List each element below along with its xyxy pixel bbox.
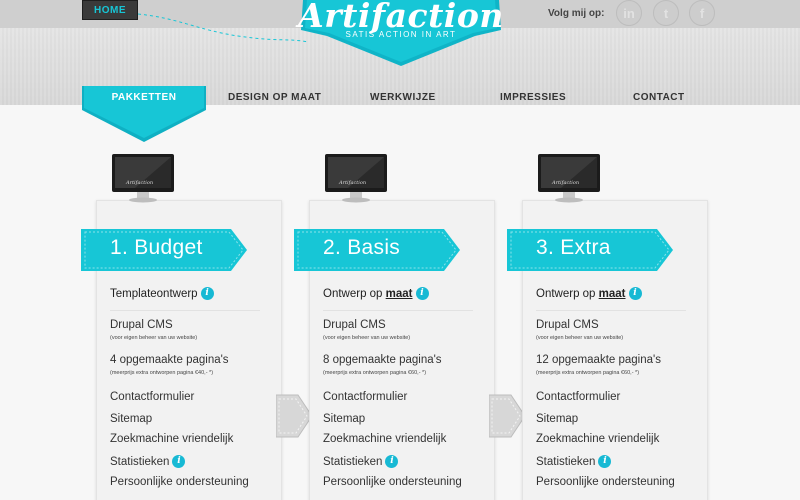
monitor-icon	[325, 154, 387, 203]
package-feature: Drupal CMS	[110, 319, 173, 331]
package-feature: Drupal CMS	[323, 319, 386, 331]
twitter-icon[interactable]: t	[653, 0, 679, 26]
twitter-glyph: t	[663, 5, 669, 21]
package-feature: Sitemap	[110, 413, 152, 425]
package-feature-text: Persoonlijke ondersteuning	[323, 476, 462, 488]
logo-tagline: SATIS ACTION IN ART	[345, 30, 457, 39]
nav-item-impressies[interactable]: IMPRESSIES	[500, 92, 566, 103]
package-feature-text: Drupal CMS	[323, 319, 386, 331]
package-feature-text: Drupal CMS	[536, 319, 599, 331]
package-feature: Zoekmachine vriendelijk	[110, 433, 233, 445]
package-feature: 12 opgemaakte pagina's	[536, 354, 661, 366]
package-feature: Drupal CMS	[536, 319, 599, 331]
info-icon[interactable]: i	[172, 455, 186, 468]
feature-title-link[interactable]: maat	[599, 288, 626, 300]
feature-title-text: Templateontwerp	[110, 288, 198, 300]
info-icon[interactable]: i	[415, 287, 429, 300]
package-feature-text: Persoonlijke ondersteuning	[110, 476, 249, 488]
divider	[323, 310, 473, 311]
facebook-icon[interactable]: f	[689, 0, 715, 26]
feature-title-link[interactable]: maat	[386, 288, 413, 300]
linkedin-glyph: in	[623, 5, 635, 21]
monitor-brand: Artifaction	[339, 180, 367, 186]
package-feature: Persoonlijke ondersteuning	[323, 476, 462, 488]
nav-item-design-op-maat[interactable]: DESIGN OP MAAT	[228, 92, 321, 103]
package-feature: Sitemap	[323, 413, 365, 425]
decorative-dashed-line	[138, 13, 308, 43]
monitor-brand: Artifaction	[552, 180, 580, 186]
package-feature-text: Sitemap	[536, 413, 579, 425]
feature-title-text: Ontwerp op	[323, 288, 386, 300]
package-feature-text: Zoekmachine vriendelijk	[323, 433, 447, 445]
package-feature-note: (meerprijs extra ontworpen pagina €60,- …	[323, 370, 427, 376]
monitor-icon	[538, 154, 600, 203]
package-feature-note: (voor eigen beheer van uw website)	[536, 335, 624, 341]
package-feature-note: (meerprijs extra ontworpen pagina €60,- …	[536, 370, 640, 376]
package-feature-text: 8 opgemaakte pagina's	[323, 354, 442, 366]
package-feature-text: Zoekmachine vriendelijk	[536, 433, 660, 445]
nav-item-contact[interactable]: CONTACT	[633, 92, 685, 103]
info-icon[interactable]: i	[200, 287, 214, 300]
package-feature-text: Sitemap	[110, 413, 153, 425]
package-feature: Statistieken i	[323, 455, 399, 468]
follow-label: Volg mij op:	[548, 8, 605, 19]
package-title: 1. Budget	[110, 236, 203, 259]
package-feature-title: Templateontwerp i	[110, 287, 214, 300]
package-feature-text: Statistieken	[110, 456, 170, 468]
package-feature-text: Zoekmachine vriendelijk	[110, 433, 234, 445]
package-feature: 4 opgemaakte pagina's	[110, 354, 229, 366]
package-feature-text: 4 opgemaakte pagina's	[110, 354, 229, 366]
info-icon[interactable]: i	[628, 287, 642, 300]
package-feature: Statistieken i	[536, 455, 612, 468]
package-feature: 8 opgemaakte pagina's	[323, 354, 442, 366]
package-feature-note: (voor eigen beheer van uw website)	[110, 335, 198, 341]
package-feature: Contactformulier	[110, 391, 194, 403]
package-feature-text: Contactformulier	[323, 391, 408, 403]
package-feature-text: Statistieken	[536, 456, 596, 468]
logo[interactable]: Artifaction SATIS ACTION IN ART	[297, 0, 505, 68]
package-feature-text: Contactformulier	[536, 391, 621, 403]
divider	[110, 310, 260, 311]
package-feature-note: (voor eigen beheer van uw website)	[323, 335, 411, 341]
package-feature: Persoonlijke ondersteuning	[536, 476, 675, 488]
info-icon[interactable]: i	[598, 455, 612, 468]
package-title: 2. Basis	[323, 236, 401, 259]
package-feature: Zoekmachine vriendelijk	[323, 433, 446, 445]
nav-item-werkwijze[interactable]: WERKWIJZE	[370, 92, 436, 103]
package-feature: Contactformulier	[536, 391, 620, 403]
facebook-glyph: f	[699, 5, 705, 21]
package-feature: Contactformulier	[323, 391, 407, 403]
package-feature: Persoonlijke ondersteuning	[110, 476, 249, 488]
info-icon[interactable]: i	[385, 455, 399, 468]
package-feature: Statistieken i	[110, 455, 186, 468]
monitor-brand: Artifaction	[126, 180, 154, 186]
package-feature: Zoekmachine vriendelijk	[536, 433, 659, 445]
package-title: 3. Extra	[536, 236, 611, 259]
package-feature: Sitemap	[536, 413, 578, 425]
package-feature-note: (meerprijs extra ontworpen pagina €40,- …	[110, 370, 214, 376]
package-feature-title: Ontwerp op maat i	[323, 287, 429, 300]
package-feature-text: Statistieken	[323, 456, 383, 468]
home-button[interactable]: HOME	[82, 0, 138, 20]
package-feature-text: Persoonlijke ondersteuning	[536, 476, 675, 488]
divider	[536, 310, 686, 311]
package-feature-text: Contactformulier	[110, 391, 195, 403]
package-feature-text: 12 opgemaakte pagina's	[536, 354, 661, 366]
nav-item-pakketten[interactable]: PAKKETTEN	[82, 92, 206, 103]
package-feature-text: Drupal CMS	[110, 319, 173, 331]
linkedin-icon[interactable]: in	[616, 0, 642, 26]
package-feature-text: Sitemap	[323, 413, 366, 425]
package-feature-title: Ontwerp op maat i	[536, 287, 642, 300]
feature-title-text: Ontwerp op	[536, 288, 599, 300]
monitor-icon	[112, 154, 174, 203]
